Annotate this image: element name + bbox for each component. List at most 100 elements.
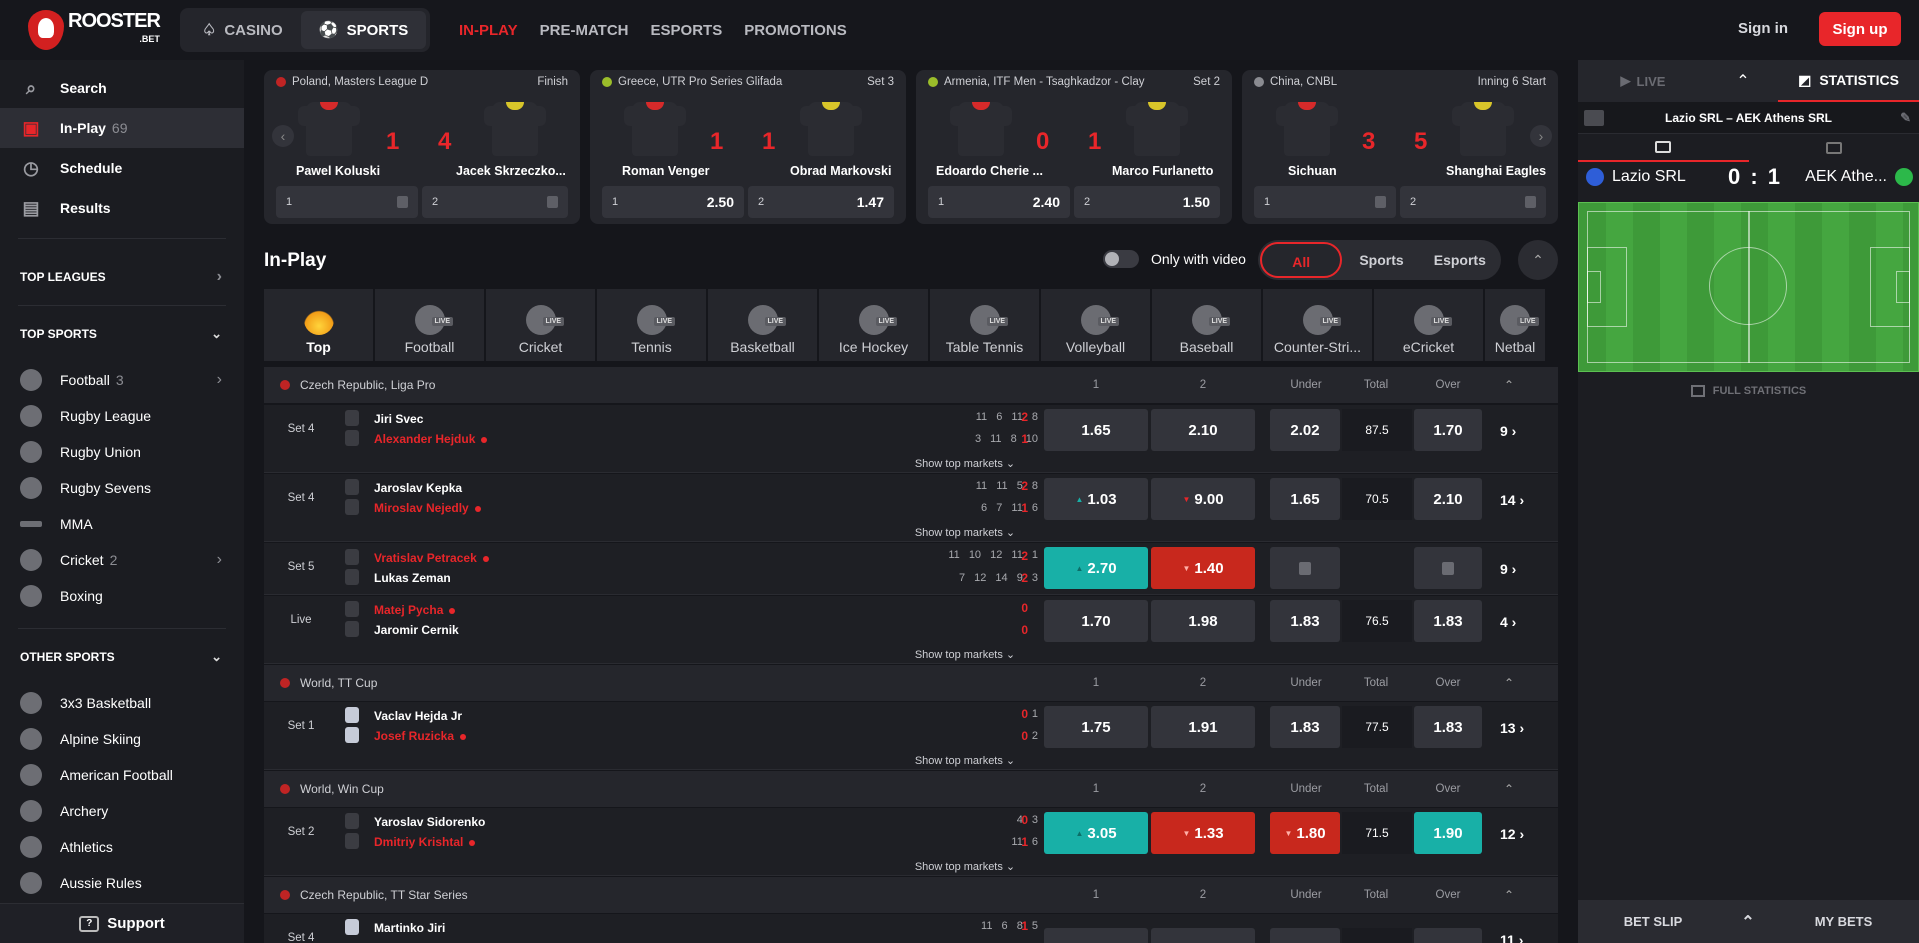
- tab-sports[interactable]: ⚽ SPORTS: [300, 11, 427, 49]
- top-sports-header[interactable]: TOP SPORTS ⌄: [0, 306, 244, 362]
- chevron-up-icon[interactable]: ⌃: [1728, 912, 1768, 932]
- sidebar-sport-rugby-union[interactable]: Rugby Union: [0, 434, 244, 470]
- league-header[interactable]: World, TT Cup 1 2 Under Total Over ⌃: [264, 665, 1558, 701]
- odds-button-under[interactable]: 2.02: [1270, 409, 1340, 451]
- odds-button-over[interactable]: 1.83: [1414, 928, 1482, 943]
- show-top-markets[interactable]: Show top markets ⌄: [865, 648, 1065, 661]
- league-header[interactable]: Czech Republic, TT Star Series 1 2 Under…: [264, 877, 1558, 913]
- sidebar-sport-mma[interactable]: MMA: [0, 506, 244, 542]
- more-markets-link[interactable]: 4 ›: [1500, 614, 1516, 630]
- sidebar-sport-archery[interactable]: Archery: [0, 793, 244, 829]
- sidebar-item-results[interactable]: ▤ Results: [0, 188, 244, 228]
- other-sports-header[interactable]: OTHER SPORTS ⌄: [0, 629, 244, 685]
- table-row[interactable]: Set 1 Vaclav Hejda Jr Josef Ruzicka 1 2 …: [264, 702, 1558, 770]
- sidebar-sport-athletics[interactable]: Athletics: [0, 829, 244, 865]
- odds-button-under[interactable]: ▼ 1.80: [1270, 812, 1340, 854]
- support-button[interactable]: ? Support: [0, 903, 244, 943]
- odds-button-2[interactable]: ▼ 9.00: [1151, 478, 1255, 520]
- sign-up-button[interactable]: Sign up: [1819, 12, 1901, 46]
- featured-card[interactable]: Poland, Masters League D Finish ‹ 1 4 Paw…: [264, 70, 580, 224]
- odd-home[interactable]: 1: [1254, 186, 1396, 218]
- odds-button-over[interactable]: 2.10: [1414, 478, 1482, 520]
- more-markets-link[interactable]: 9 ›: [1500, 423, 1516, 439]
- pin-icon[interactable]: ✎: [1900, 110, 1911, 126]
- table-row[interactable]: Set 4 Jaroslav Kepka Miroslav Nejedly 11…: [264, 474, 1558, 542]
- more-markets-link[interactable]: 12 ›: [1500, 826, 1524, 842]
- show-top-markets[interactable]: Show top markets ⌄: [865, 860, 1065, 873]
- odds-button-1[interactable]: 1.65: [1044, 409, 1148, 451]
- odds-button-over[interactable]: 1.70: [1414, 409, 1482, 451]
- chevron-up-icon[interactable]: ⌃: [1504, 888, 1514, 902]
- sport-tab-table-tennis[interactable]: LIVE Table Tennis: [930, 289, 1039, 361]
- chevron-up-icon[interactable]: ⌃: [1504, 782, 1514, 796]
- sport-tab-netball[interactable]: LIVE Netbal: [1485, 289, 1545, 361]
- table-row[interactable]: Live Matej Pycha Jaromir Cernik 0 0 1.70…: [264, 596, 1558, 664]
- filter-sports[interactable]: Sports: [1342, 242, 1420, 278]
- rooster-logo[interactable]: ROOSTER .BET: [28, 10, 161, 50]
- show-top-markets[interactable]: Show top markets ⌄: [865, 526, 1065, 539]
- odd-home[interactable]: 1 2.40: [928, 186, 1070, 218]
- carousel-next-button[interactable]: ›: [1530, 125, 1552, 147]
- chevron-up-icon[interactable]: ⌃: [1504, 676, 1514, 690]
- featured-card[interactable]: China, CNBL Inning 6 Start 3 5 Sichuan Sh…: [1242, 70, 1558, 224]
- odds-button-2[interactable]: 1.10: [1151, 928, 1255, 943]
- sidebar-item-schedule[interactable]: ◷ Schedule: [0, 148, 244, 188]
- sport-tab-football[interactable]: LIVE Football: [375, 289, 484, 361]
- collapse-all-button[interactable]: ⌃: [1518, 240, 1558, 280]
- sport-tab-ecricket[interactable]: LIVE eCricket: [1374, 289, 1483, 361]
- odds-button-over[interactable]: 1.90: [1414, 812, 1482, 854]
- odd-away[interactable]: 2 1.47: [748, 186, 894, 218]
- featured-card[interactable]: Armenia, ITF Men - Tsaghkadzor - Clay Set…: [916, 70, 1232, 224]
- odd-away[interactable]: 2: [422, 186, 568, 218]
- full-statistics-link[interactable]: FULL STATISTICS: [1578, 376, 1919, 406]
- sign-in-link[interactable]: Sign in: [1738, 20, 1788, 37]
- chevron-up-icon[interactable]: ⌃: [1504, 378, 1514, 392]
- odds-button-1[interactable]: ▲ 1.03: [1044, 478, 1148, 520]
- odds-button-1[interactable]: 5.45: [1044, 928, 1148, 943]
- more-markets-link[interactable]: 9 ›: [1500, 561, 1516, 577]
- nav-promotions[interactable]: PROMOTIONS: [744, 22, 847, 39]
- odd-away[interactable]: 2 1.50: [1074, 186, 1220, 218]
- sport-tab-counter-strike[interactable]: LIVE Counter-Stri...: [1263, 289, 1372, 361]
- sidebar-sport-cricket[interactable]: Cricket 2 ›: [0, 542, 244, 578]
- sidebar-item-search[interactable]: ⌕ Search: [0, 68, 244, 108]
- more-markets-link[interactable]: 13 ›: [1500, 720, 1524, 736]
- odd-home[interactable]: 1: [276, 186, 418, 218]
- show-top-markets[interactable]: Show top markets ⌄: [865, 754, 1065, 767]
- sport-tab-top[interactable]: Top: [264, 289, 373, 361]
- sidebar-sport-boxing[interactable]: Boxing: [0, 578, 244, 614]
- tab-casino[interactable]: ♤ CASINO: [184, 11, 301, 49]
- table-row[interactable]: Set 5 Vratislav Petracek Lukas Zeman 11 …: [264, 543, 1558, 595]
- featured-card[interactable]: Greece, UTR Pro Series Glifada Set 3 1 1 …: [590, 70, 906, 224]
- filter-all[interactable]: All: [1260, 242, 1343, 278]
- odds-button-under[interactable]: 1.65: [1270, 478, 1340, 520]
- tab-live-tracker[interactable]: [1578, 134, 1749, 162]
- sidebar-sport-3x3-basketball[interactable]: 3x3 Basketball: [0, 685, 244, 721]
- league-header[interactable]: Czech Republic, Liga Pro 1 2 Under Total…: [264, 367, 1558, 403]
- odds-button-1[interactable]: ▲ 2.70: [1044, 547, 1148, 589]
- filter-esports[interactable]: Esports: [1421, 242, 1499, 278]
- tv-icon[interactable]: [1584, 110, 1604, 126]
- video-filter[interactable]: Only with video: [1103, 250, 1246, 268]
- odds-button-1[interactable]: ▲ 3.05: [1044, 812, 1148, 854]
- sidebar-item-in-play[interactable]: ▣ In-Play 69: [0, 108, 244, 148]
- tab-live-stream[interactable]: ▶ LIVE: [1578, 73, 1708, 89]
- tab-statistics[interactable]: ◩ STATISTICS: [1778, 60, 1919, 102]
- sport-tab-volleyball[interactable]: LIVE Volleyball: [1041, 289, 1150, 361]
- odds-button-1[interactable]: 1.70: [1044, 600, 1148, 642]
- odd-home[interactable]: 1 2.50: [602, 186, 744, 218]
- video-toggle-switch[interactable]: [1103, 250, 1139, 268]
- odds-button-2[interactable]: 2.10: [1151, 409, 1255, 451]
- sport-tab-baseball[interactable]: LIVE Baseball: [1152, 289, 1261, 361]
- odds-button-under[interactable]: 1.83: [1270, 600, 1340, 642]
- table-row[interactable]: Set 4 Martinko Jiri 11 6 8 5 1 5.45 1.10…: [264, 914, 1558, 943]
- odds-button-over[interactable]: 1.83: [1414, 706, 1482, 748]
- my-bets-tab[interactable]: MY BETS: [1768, 914, 1919, 929]
- carousel-prev-button[interactable]: ‹: [272, 125, 294, 147]
- sidebar-sport-rugby-league[interactable]: Rugby League: [0, 398, 244, 434]
- nav-in-play[interactable]: IN-PLAY: [459, 22, 518, 39]
- odds-button-2[interactable]: 1.91: [1151, 706, 1255, 748]
- tab-tracker-stats[interactable]: [1749, 134, 1919, 162]
- sport-tab-tennis[interactable]: LIVE Tennis: [597, 289, 706, 361]
- odds-button-under[interactable]: 1.83: [1270, 706, 1340, 748]
